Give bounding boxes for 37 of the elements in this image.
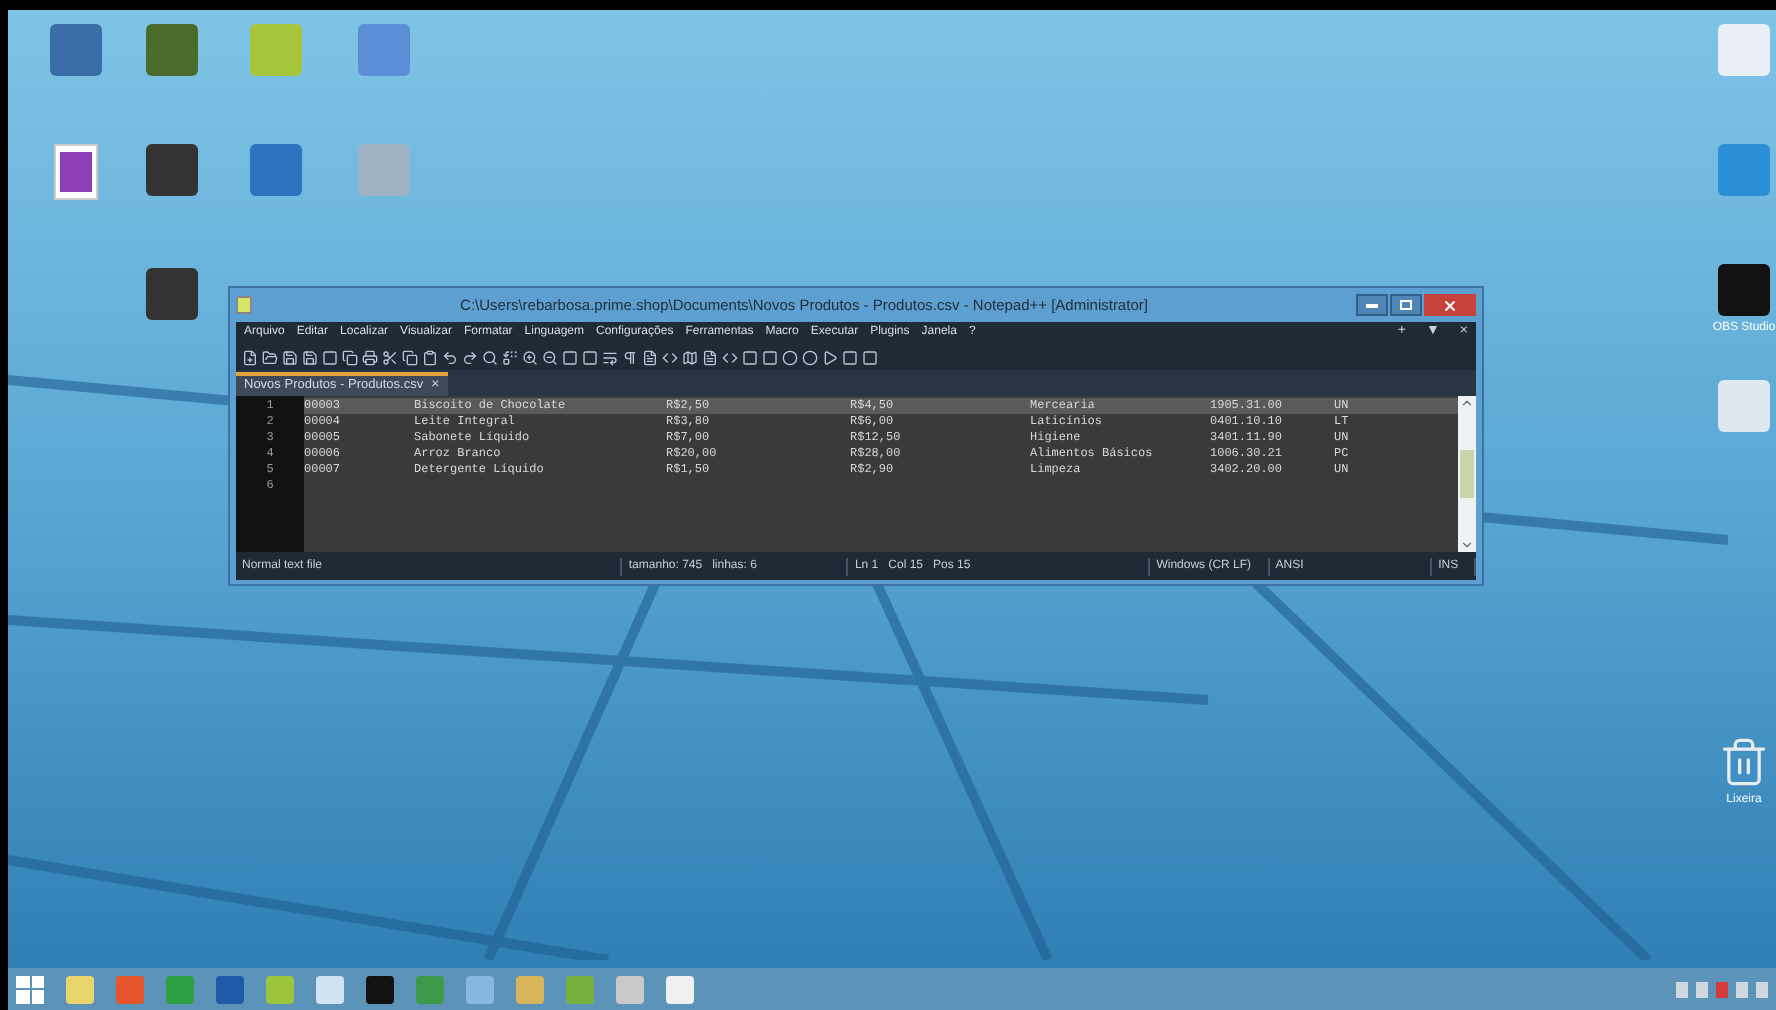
scroll-down-icon[interactable] [1460, 538, 1474, 552]
toolbar-icon[interactable] [442, 349, 458, 365]
document-icon[interactable] [54, 144, 98, 200]
toolbar-icon[interactable] [462, 349, 478, 365]
toolbar-icon[interactable] [282, 349, 298, 365]
toolbar-icon[interactable] [482, 349, 498, 365]
toolbar-icon[interactable] [622, 349, 638, 365]
toolbar-icon[interactable] [362, 349, 378, 365]
close-button[interactable] [1424, 294, 1476, 316]
toolbar-icon[interactable] [682, 349, 698, 365]
toolbar-icon[interactable] [662, 349, 678, 365]
recycle-bin-icon[interactable] [1718, 736, 1770, 788]
toolbar-icon[interactable] [722, 349, 738, 365]
taskbar-app-icon[interactable] [666, 975, 694, 1003]
start-button[interactable] [16, 975, 44, 1003]
toolbar-icon[interactable] [422, 349, 438, 365]
toolbar-icon[interactable] [302, 349, 318, 365]
toolbar-icon[interactable] [322, 349, 338, 365]
toolbar-icon[interactable] [502, 349, 518, 365]
toolbar-icon[interactable] [242, 349, 258, 365]
close-icon [1442, 297, 1458, 313]
maximize-button[interactable] [1390, 294, 1422, 316]
toolbar-icon[interactable] [342, 349, 358, 365]
scroll-up-icon[interactable] [1460, 396, 1474, 410]
app-icon [236, 296, 252, 314]
toolbar-icon[interactable] [642, 349, 658, 365]
toolbar-icon[interactable] [522, 349, 538, 365]
minimize-button[interactable] [1356, 294, 1388, 316]
toolbar-icon[interactable] [702, 349, 718, 365]
toolbar-icon[interactable] [402, 349, 418, 365]
vertical-scrollbar[interactable] [1458, 396, 1476, 552]
toolbar-icon[interactable] [602, 349, 618, 365]
toolbar-icon[interactable] [542, 349, 558, 365]
taskbar-app-icon[interactable] [366, 975, 394, 1003]
toolbar-icon[interactable] [382, 349, 398, 365]
scrollbar-thumb[interactable] [1460, 450, 1474, 498]
toolbar-icon[interactable] [262, 349, 278, 365]
